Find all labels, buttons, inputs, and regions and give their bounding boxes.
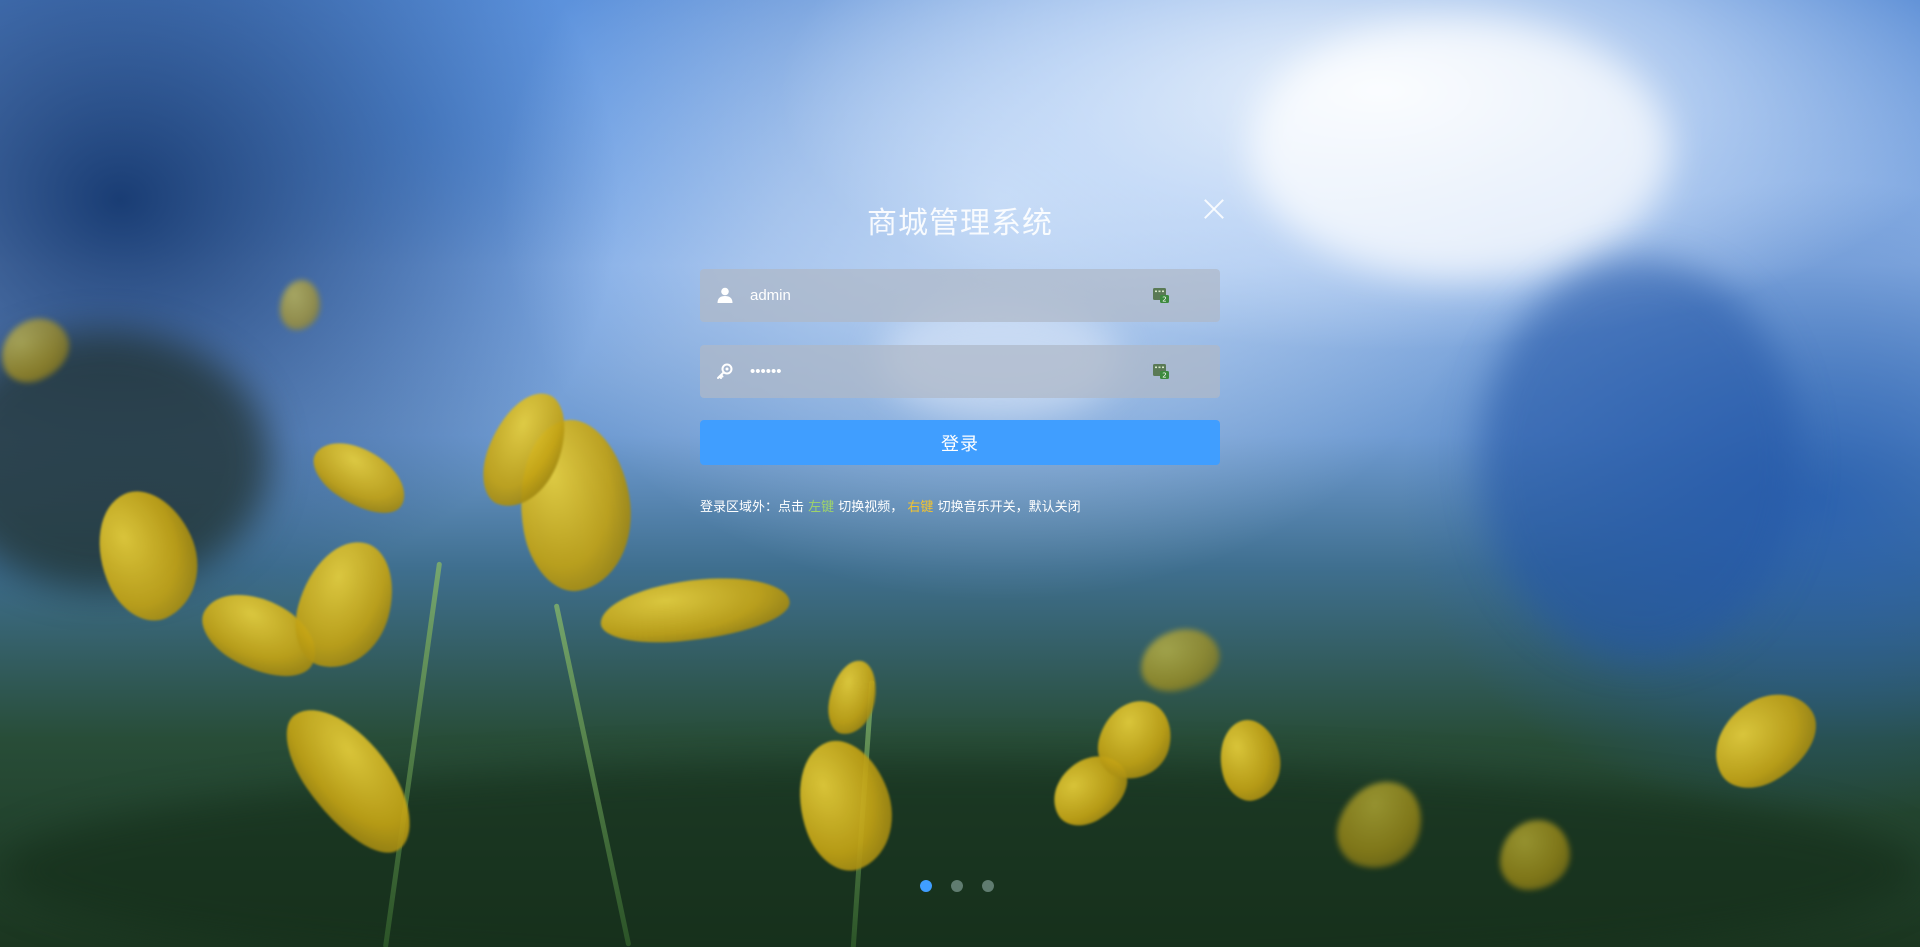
carousel-dot[interactable]	[982, 880, 994, 892]
svg-text:2: 2	[1162, 372, 1166, 380]
light-glow	[1250, 20, 1670, 280]
password-input[interactable]	[750, 345, 1130, 398]
keyboard-icon[interactable]: 2	[1152, 362, 1170, 380]
carousel-dot[interactable]	[951, 880, 963, 892]
svg-text:2: 2	[1162, 296, 1166, 304]
hint-prefix: 登录区域外：点击	[700, 500, 809, 515]
shadow-glow	[0, 760, 1920, 947]
hint-suffix: 切换音乐开关，默认关闭	[933, 500, 1081, 515]
leaf	[1697, 677, 1833, 803]
carousel-dots	[920, 880, 994, 892]
leaf	[1135, 623, 1225, 697]
login-button[interactable]: 登录	[700, 420, 1220, 465]
login-page: 商城管理系统 2 2	[0, 0, 1920, 947]
hint-mid: 切换视频，	[834, 500, 908, 515]
shadow-glow	[1480, 260, 1800, 660]
close-button[interactable]	[1201, 196, 1227, 222]
user-icon	[717, 287, 733, 303]
keyboard-icon[interactable]: 2	[1152, 286, 1170, 304]
carousel-dot[interactable]	[920, 880, 932, 892]
usage-hint: 登录区域外：点击 左键 切换视频， 右键 切换音乐开关，默认关闭	[700, 496, 1081, 515]
hint-left-key: 左键	[808, 500, 835, 515]
leaf	[823, 656, 882, 739]
leaf	[280, 280, 320, 330]
password-field[interactable]: 2	[700, 345, 1220, 398]
username-field[interactable]: 2	[700, 269, 1220, 322]
hint-right-key: 右键	[907, 500, 934, 515]
leaf	[303, 426, 417, 529]
key-icon	[717, 363, 733, 379]
username-input[interactable]	[750, 269, 1130, 322]
leaf	[597, 571, 793, 649]
page-title: 商城管理系统	[867, 206, 1053, 241]
